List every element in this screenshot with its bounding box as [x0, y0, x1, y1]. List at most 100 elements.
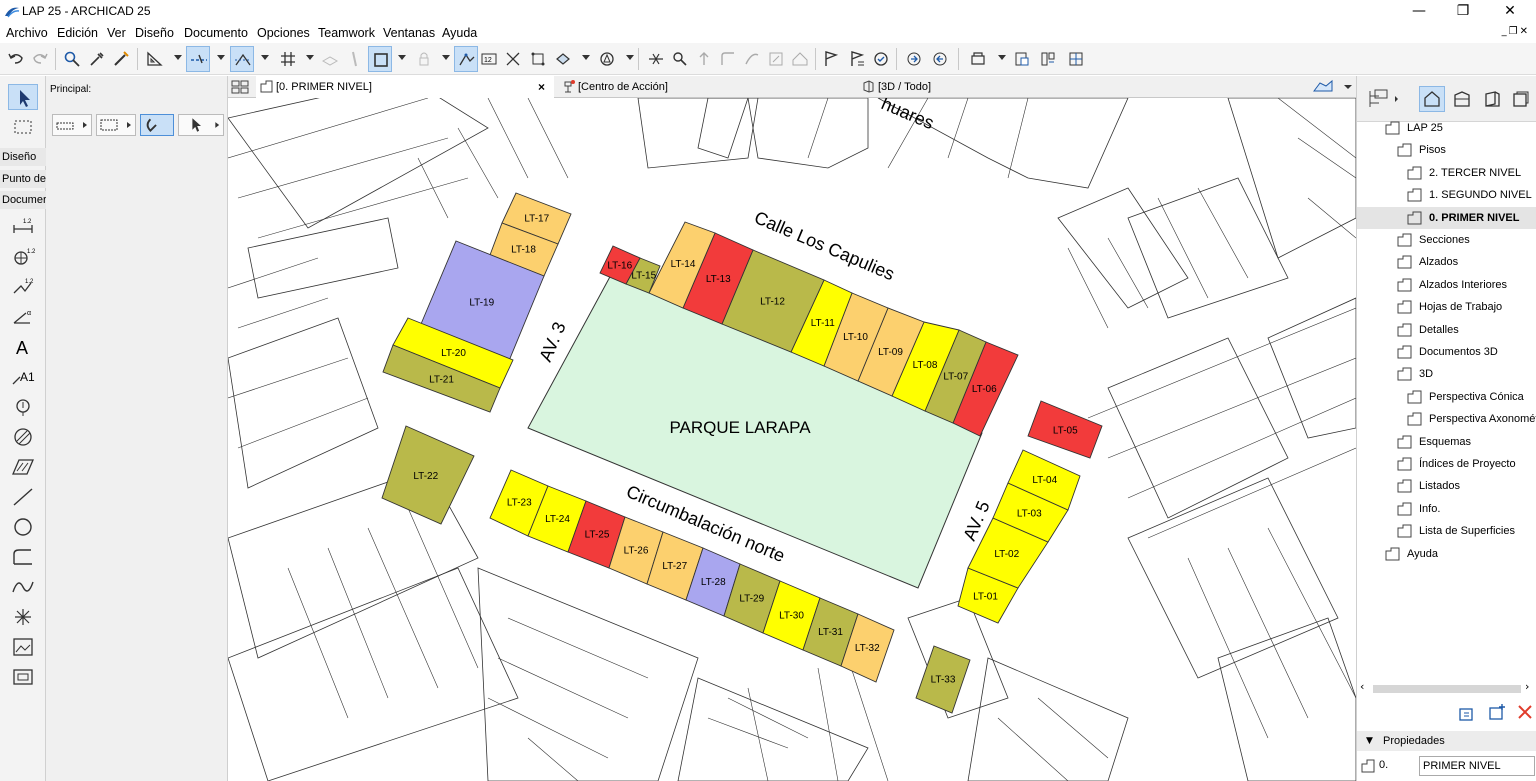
angle-dimension-tool[interactable]: α — [8, 304, 38, 330]
properties-header[interactable]: ▼ Propiedades — [1357, 731, 1536, 751]
quick-selection-toggle[interactable] — [140, 114, 174, 136]
group-button[interactable] — [526, 46, 550, 72]
publisher-sets-tab-icon[interactable] — [1512, 90, 1530, 108]
menu-ventanas[interactable]: Ventanas — [383, 26, 435, 40]
grid-snap-button[interactable] — [276, 46, 300, 72]
toolbox-category-viewpoint[interactable]: Punto de — [0, 170, 46, 188]
collapse-arrow-icon[interactable]: ▼ — [1366, 731, 1373, 751]
lot-lt-22[interactable]: LT-22 — [381, 425, 475, 525]
nav-item-1-segundo-nivel[interactable]: 1. SEGUNDO NIVEL — [1405, 184, 1536, 206]
view-map-button[interactable] — [1064, 46, 1088, 72]
lot-lt-05[interactable]: LT-05 — [1027, 400, 1103, 459]
circle-tool[interactable] — [8, 514, 38, 540]
layer-combo-button[interactable] — [318, 46, 342, 72]
markup-button[interactable] — [845, 46, 869, 72]
nav-item-pisos[interactable]: ∨Pisos — [1395, 139, 1536, 161]
snap-guides-button[interactable] — [230, 46, 254, 72]
menu-ver[interactable]: Ver — [107, 26, 126, 40]
minimize-button[interactable]: — — [1396, 0, 1442, 23]
tab-close-icon[interactable]: × — [538, 76, 545, 98]
ruler-button[interactable] — [143, 46, 167, 72]
site-plan-drawing[interactable]: PARQUE LARAPA Calle Los Capulies Circumb… — [228, 98, 1356, 781]
pick-up-parameters-button[interactable] — [85, 46, 109, 72]
redo-button[interactable] — [28, 46, 52, 72]
line-tool[interactable] — [8, 484, 38, 510]
nav-item-ayuda[interactable]: >Ayuda — [1383, 543, 1536, 565]
new-folder-icon[interactable] — [1487, 702, 1507, 722]
spline-tool[interactable] — [8, 574, 38, 600]
resize-button[interactable] — [764, 46, 788, 72]
nav-item-detalles[interactable]: Detalles — [1395, 319, 1536, 341]
offset-button[interactable] — [740, 46, 764, 72]
polyline-tool[interactable] — [8, 544, 38, 570]
nav-item-listados[interactable]: >Listados — [1395, 475, 1536, 497]
dimension-button[interactable]: 12 — [477, 46, 501, 72]
dimension-tool[interactable]: 1.2 — [8, 214, 38, 240]
publish-button[interactable] — [966, 46, 990, 72]
hotspot-star-tool[interactable] — [8, 604, 38, 630]
explode-button[interactable] — [501, 46, 525, 72]
nav-item-lista-de-superficies[interactable]: Lista de Superficies — [1395, 520, 1536, 542]
hotspot-tool[interactable] — [8, 394, 38, 420]
nav-item-alzados[interactable]: Alzados — [1395, 251, 1536, 273]
nav-item-perspectiva-cónica[interactable]: Perspectiva Cónica — [1405, 386, 1536, 408]
nav-item-documentos-3d[interactable]: Documentos 3D — [1395, 341, 1536, 363]
layout-book-button[interactable] — [1010, 46, 1034, 72]
menu-ayuda[interactable]: Ayuda — [442, 26, 477, 40]
nav-item-índices-de-proyecto[interactable]: >Índices de Proyecto — [1395, 453, 1536, 475]
nav-item-hojas-de-trabajo[interactable]: Hojas de Trabajo — [1395, 296, 1536, 318]
navigate-button[interactable] — [595, 46, 619, 72]
mdi-window-controls[interactable]: _❐✕ — [1502, 26, 1530, 37]
tab-3d-todo[interactable]: [3D / Todo] — [858, 76, 1298, 98]
tab-primer-nivel[interactable]: [0. PRIMER NIVEL] — [256, 76, 554, 98]
toolbox-category-document[interactable]: Documer — [0, 191, 46, 209]
save-view-icon[interactable] — [1457, 704, 1477, 724]
guide-lines-button[interactable] — [186, 46, 210, 72]
menu-opciones[interactable]: Opciones — [257, 26, 310, 40]
nav-item-info[interactable]: >Info. — [1395, 498, 1536, 520]
trace-button[interactable] — [342, 46, 366, 72]
arrow-options-button[interactable] — [178, 114, 224, 136]
inject-parameters-button[interactable] — [109, 46, 133, 72]
level-dimension-tool[interactable]: 1.2 — [8, 274, 38, 300]
organizer-button[interactable] — [1036, 46, 1060, 72]
text-tool[interactable]: A — [8, 334, 38, 360]
drawing-tool[interactable] — [8, 664, 38, 690]
label-tool[interactable]: A1 — [8, 364, 38, 390]
teamwork-send-button[interactable] — [902, 46, 926, 72]
scroll-right-icon[interactable]: › — [1525, 680, 1529, 693]
view-map-tab-icon[interactable] — [1453, 90, 1471, 108]
3d-view-options-icon[interactable] — [1312, 79, 1352, 95]
split-button[interactable] — [644, 46, 668, 72]
nav-item-alzados-interiores[interactable]: Alzados Interiores — [1395, 274, 1536, 296]
tab-overview-icon[interactable] — [231, 80, 249, 94]
nav-item-lap-25[interactable]: ∨LAP 25 — [1383, 117, 1536, 139]
layout-book-tab-icon[interactable] — [1483, 90, 1501, 108]
marquee-mode-button[interactable] — [96, 114, 136, 136]
properties-name-field[interactable] — [1419, 756, 1535, 776]
roof-button[interactable] — [788, 46, 812, 72]
close-button[interactable]: ✕ — [1487, 0, 1533, 23]
menu-documento[interactable]: Documento — [184, 26, 248, 40]
undo-button[interactable] — [4, 46, 28, 72]
checker-button[interactable] — [869, 46, 893, 72]
arrow-tool[interactable] — [8, 84, 38, 110]
navigator-horizontal-scrollbar[interactable]: ‹ › — [1357, 680, 1536, 696]
project-map-tab[interactable] — [1419, 86, 1445, 112]
lock-button[interactable] — [412, 46, 436, 72]
marquee-tool[interactable] — [8, 114, 38, 140]
nav-item-esquemas[interactable]: >Esquemas — [1395, 431, 1536, 453]
adjust-button[interactable] — [668, 46, 692, 72]
radial-dimension-tool[interactable]: 1.2 — [8, 244, 38, 270]
issue-button[interactable] — [819, 46, 843, 72]
delete-icon[interactable] — [1515, 702, 1535, 722]
nav-item-2-tercer-nivel[interactable]: 2. TERCER NIVEL — [1405, 162, 1536, 184]
nav-item-0-primer-nivel[interactable]: 0. PRIMER NIVEL — [1357, 206, 1536, 229]
navigator-menu-icon[interactable] — [1367, 88, 1399, 110]
maximize-button[interactable]: ❐ — [1440, 0, 1486, 23]
scrollbar-thumb[interactable] — [1373, 685, 1521, 693]
suspend-groups-button[interactable] — [454, 46, 478, 72]
figure-tool[interactable] — [8, 634, 38, 660]
scroll-left-icon[interactable]: ‹ — [1360, 680, 1364, 693]
nav-item-secciones[interactable]: Secciones — [1395, 229, 1536, 251]
